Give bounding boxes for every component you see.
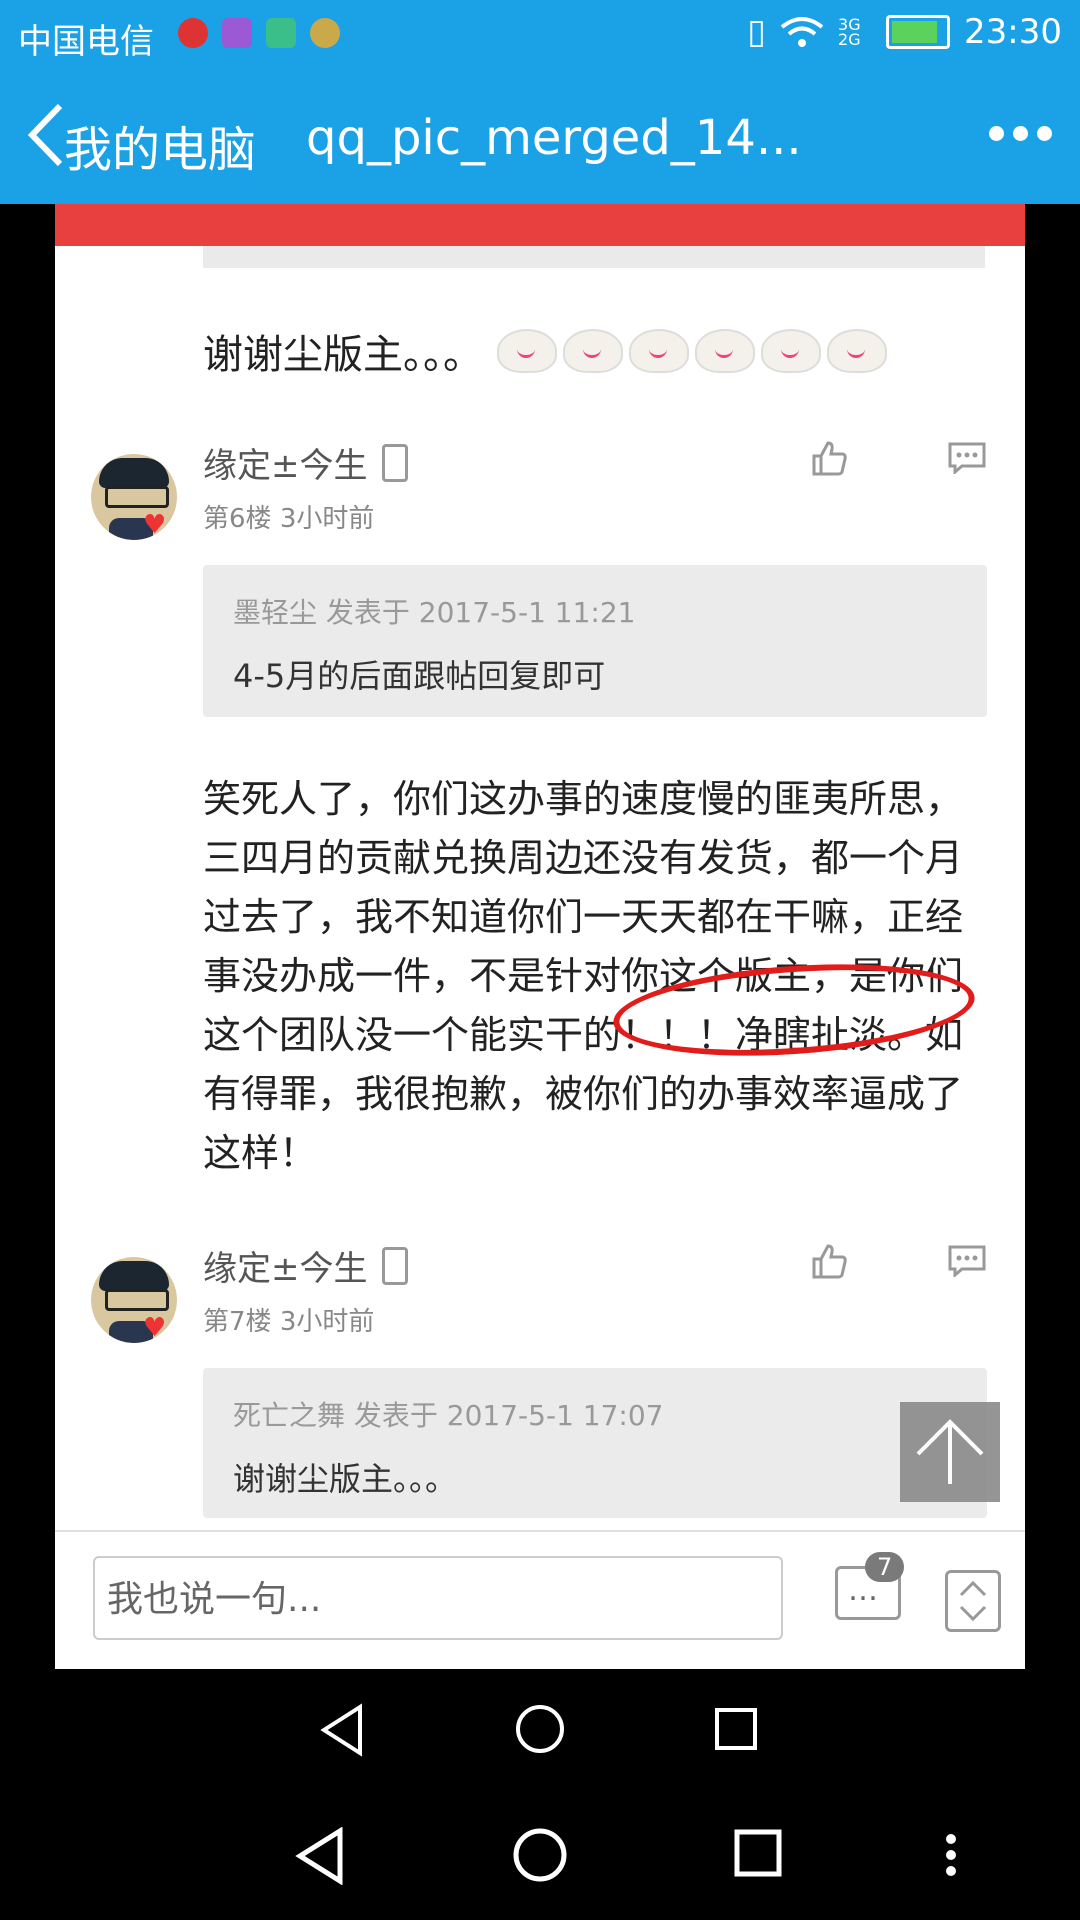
emoji-row	[497, 329, 887, 373]
page-title: qq_pic_merged_14...	[306, 110, 802, 166]
floor-number: 第7楼	[203, 1307, 272, 1337]
quote-box: 死亡之舞 发表于 2017-5-1 17:07 谢谢尘版主。。。	[203, 1368, 987, 1518]
avatar[interactable]: ♥	[91, 1257, 177, 1343]
quote-box-tail	[203, 246, 985, 268]
app-notification-icon	[178, 18, 208, 48]
like-icon[interactable]	[810, 440, 848, 478]
gallery-notification-icon	[222, 18, 252, 48]
wifi-icon	[780, 17, 824, 47]
battery-icon	[886, 15, 951, 49]
app-bar: 我的电脑 qq_pic_merged_14...	[0, 70, 1080, 204]
smile-emoji-icon	[695, 329, 755, 373]
post-username[interactable]: 缘定±今生	[203, 1241, 408, 1290]
floor-number: 第6楼	[203, 504, 272, 534]
network-type-label: 3G 2G	[838, 15, 861, 49]
post-username[interactable]: 缘定±今生	[203, 438, 408, 487]
mobile-icon	[381, 1246, 408, 1285]
comment-icon[interactable]	[948, 1245, 986, 1277]
page-scroll-icon[interactable]	[945, 1570, 1001, 1632]
reply-bar: 我也说一句... 7	[55, 1530, 1025, 1669]
home-nav-icon[interactable]	[512, 1827, 568, 1883]
reply-input[interactable]: 我也说一句...	[93, 1556, 783, 1640]
forum-screenshot: 谢谢尘版主。。。 ♥ 缘定±今生 第6楼 3小时前 墨轻尘 发表于 2017-5…	[55, 204, 1025, 1669]
status-right: ▯ 3G 2G 23:30	[747, 12, 1062, 52]
scroll-top-button[interactable]	[900, 1402, 1000, 1502]
screenshot-nav-bar	[0, 1669, 1080, 1793]
smile-emoji-icon	[761, 329, 821, 373]
like-icon[interactable]	[810, 1243, 848, 1281]
recents-nav-icon[interactable]	[734, 1829, 782, 1877]
clock: 23:30	[964, 12, 1062, 52]
emoji-notification-icon	[310, 18, 340, 48]
smile-emoji-icon	[563, 329, 623, 373]
status-bar: 中国电信 ▯ 3G 2G 23:30	[0, 0, 1080, 70]
smile-emoji-icon	[827, 329, 887, 373]
notification-icons	[178, 18, 340, 48]
mobile-icon	[381, 443, 408, 482]
comment-icon[interactable]	[948, 442, 986, 474]
home-nav-icon	[516, 1705, 564, 1753]
smile-emoji-icon	[497, 329, 557, 373]
vibrate-icon: ▯	[747, 12, 767, 52]
quote-header: 死亡之舞 发表于 2017-5-1 17:07	[233, 1399, 664, 1432]
reply-text: 谢谢尘版主。。。	[203, 322, 887, 380]
smile-emoji-icon	[629, 329, 689, 373]
quote-box: 墨轻尘 发表于 2017-5-1 11:21 4-5月的后面跟帖回复即可	[203, 565, 987, 717]
more-options-icon[interactable]	[989, 126, 1052, 141]
device-nav-bar	[0, 1793, 1080, 1920]
quote-text: 谢谢尘版主。。。	[233, 1460, 458, 1498]
post-meta: 第7楼 3小时前	[203, 1301, 374, 1338]
carrier-name: 中国电信	[18, 22, 154, 62]
grid-notification-icon	[266, 18, 296, 48]
overflow-menu-icon[interactable]	[944, 1833, 958, 1877]
recents-nav-icon	[715, 1708, 757, 1750]
post-time: 3小时前	[279, 504, 375, 534]
forum-header-bar	[55, 204, 1025, 246]
back-label[interactable]: 我的电脑	[64, 110, 256, 180]
post-meta: 第6楼 3小时前	[203, 498, 374, 535]
quote-header: 墨轻尘 发表于 2017-5-1 11:21	[233, 596, 636, 629]
quote-text: 4-5月的后面跟帖回复即可	[233, 657, 606, 695]
comment-count-badge: 7	[865, 1552, 905, 1582]
post-time: 3小时前	[279, 1307, 375, 1337]
back-nav-icon[interactable]	[294, 1827, 346, 1885]
avatar[interactable]: ♥	[91, 454, 177, 540]
back-nav-icon	[320, 1703, 362, 1757]
